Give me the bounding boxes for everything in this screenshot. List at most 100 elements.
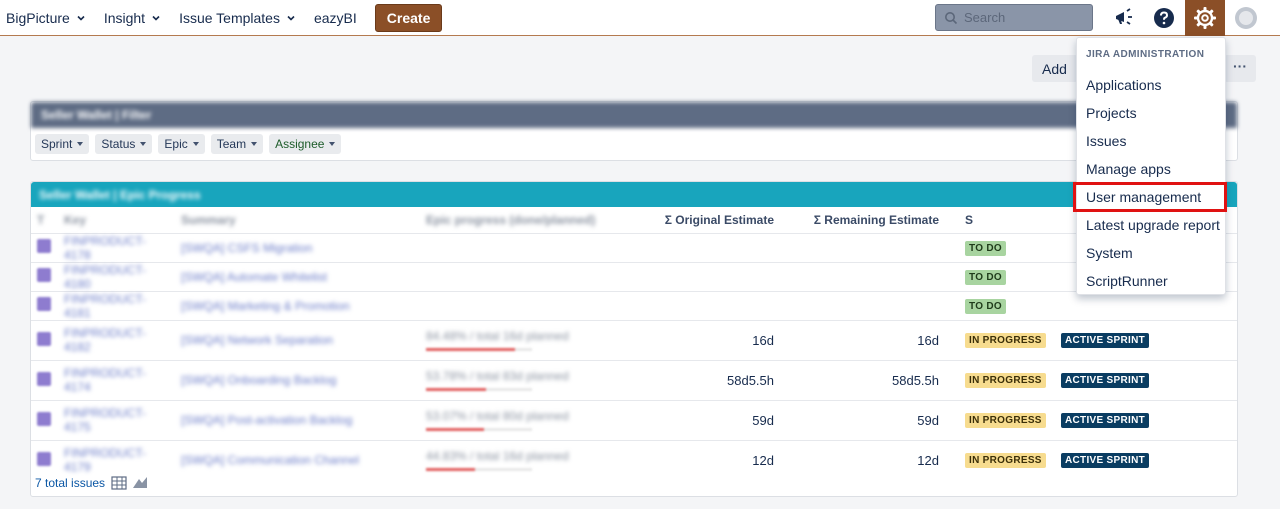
menu-item-projects[interactable]: Projects bbox=[1077, 99, 1225, 127]
menu-item-manage-apps[interactable]: Manage apps bbox=[1077, 155, 1225, 183]
search-input[interactable]: Search bbox=[935, 4, 1093, 31]
col-type[interactable]: T bbox=[31, 207, 58, 233]
filter-gadget-title: Seller Wallet | Filter bbox=[31, 102, 1237, 128]
filter-chip-row: Sprint Status Epic Team Assignee bbox=[31, 128, 1237, 160]
epic-icon bbox=[37, 239, 51, 253]
profile-button[interactable] bbox=[1226, 0, 1266, 36]
epic-progress-text: 44.83% / total 16d planned bbox=[426, 449, 569, 464]
menu-item-latest-upgrade-report[interactable]: Latest upgrade report bbox=[1077, 211, 1225, 239]
issue-key-link[interactable]: FINPRODUCT-4181 bbox=[64, 292, 146, 320]
progress-bar bbox=[426, 348, 532, 351]
help-button[interactable] bbox=[1144, 0, 1184, 36]
col-status[interactable]: S bbox=[945, 207, 1055, 233]
issue-key-link[interactable]: FINPRODUCT-4175 bbox=[64, 406, 146, 434]
epic-gadget-header: Seller Wallet | Epic Progress bbox=[31, 182, 1237, 207]
epic-progress-text: 53.78% / total 83d planned bbox=[426, 369, 569, 383]
chart-icon[interactable] bbox=[131, 476, 149, 490]
filter-status[interactable]: Status bbox=[95, 134, 153, 154]
table-row: FINPRODUCT-4178 [SWQA] CSFS Migration TO… bbox=[31, 232, 1237, 262]
table-row: FINPRODUCT-4175 [SWQA] Post-activation B… bbox=[31, 399, 1237, 440]
search-icon bbox=[945, 11, 958, 24]
help-icon bbox=[1154, 8, 1174, 28]
original-estimate: 12d bbox=[620, 439, 780, 480]
issue-summary-link[interactable]: [SWQA] Post-activation Backlog bbox=[181, 413, 352, 427]
filter-epic[interactable]: Epic bbox=[158, 134, 205, 154]
issue-key-link[interactable]: FINPRODUCT-4182 bbox=[64, 326, 146, 354]
epic-icon bbox=[37, 451, 51, 466]
menu-heading: JIRA ADMINISTRATION bbox=[1086, 49, 1205, 60]
menu-item-applications[interactable]: Applications bbox=[1077, 71, 1225, 99]
issue-summary-link[interactable]: [SWQA] Communication Channel bbox=[181, 453, 359, 467]
epic-progress-text: 53.07% / total 80d planned bbox=[426, 409, 569, 423]
status-badge: IN PROGRESS bbox=[965, 333, 1046, 348]
col-key[interactable]: Key bbox=[58, 207, 175, 233]
progress-bar bbox=[426, 388, 532, 391]
search-placeholder: Search bbox=[964, 10, 1006, 25]
issue-summary-link[interactable]: [SWQA] CSFS Migration bbox=[181, 241, 312, 255]
menu-item-issues[interactable]: Issues bbox=[1077, 127, 1225, 155]
status-badge: IN PROGRESS bbox=[965, 373, 1046, 388]
status-badge: IN PROGRESS bbox=[965, 413, 1046, 428]
notifications-button[interactable] bbox=[1104, 0, 1144, 36]
table-row: FINPRODUCT-4179 [SWQA] Communication Cha… bbox=[31, 439, 1237, 480]
col-original-estimate[interactable]: Σ Original Estimate bbox=[620, 207, 780, 233]
menu-item-user-management[interactable]: User management bbox=[1073, 182, 1227, 212]
progress-bar bbox=[426, 428, 532, 431]
issue-key-link[interactable]: FINPRODUCT-4179 bbox=[64, 446, 146, 474]
epic-icon bbox=[37, 371, 51, 386]
col-remaining-estimate[interactable]: Σ Remaining Estimate bbox=[780, 207, 945, 233]
epic-icon bbox=[37, 297, 51, 311]
table-row: FINPRODUCT-4174 [SWQA] Onboarding Backlo… bbox=[31, 359, 1237, 400]
original-estimate: 16d bbox=[620, 319, 780, 360]
remaining-estimate: 59d bbox=[780, 399, 945, 440]
remaining-estimate bbox=[780, 232, 945, 262]
issue-key-link[interactable]: FINPRODUCT-4180 bbox=[64, 263, 146, 291]
original-estimate: 58d5.5h bbox=[620, 359, 780, 400]
epic-gadget-title: Seller Wallet | Epic Progress bbox=[39, 188, 201, 202]
create-button[interactable]: Create bbox=[374, 3, 443, 32]
issue-summary-link[interactable]: [SWQA] Onboarding Backlog bbox=[181, 373, 336, 387]
col-epic-progress[interactable]: Epic progress (done/planned) bbox=[420, 207, 620, 233]
caret-down-icon bbox=[192, 142, 199, 146]
col-summary[interactable]: Summary bbox=[175, 207, 420, 233]
original-estimate bbox=[620, 232, 780, 262]
status-badge: TO DO bbox=[965, 298, 1006, 314]
jira-admin-menu: JIRA ADMINISTRATION Applications Project… bbox=[1073, 37, 1227, 295]
avatar bbox=[1235, 7, 1257, 29]
filter-team[interactable]: Team bbox=[210, 134, 264, 154]
settings-button[interactable] bbox=[1185, 0, 1225, 36]
menu-item-system[interactable]: System bbox=[1077, 239, 1225, 267]
issue-key-link[interactable]: FINPRODUCT-4178 bbox=[64, 234, 146, 262]
table-row: FINPRODUCT-4181 [SWQA] Marketing & Promo… bbox=[31, 290, 1237, 320]
nav-bigpicture[interactable]: BigPicture bbox=[6, 10, 86, 26]
epic-table: T Key Summary Epic progress (done/planne… bbox=[31, 207, 1237, 480]
nav-issue-templates[interactable]: Issue Templates bbox=[179, 10, 296, 26]
remaining-estimate: 16d bbox=[780, 319, 945, 360]
issue-summary-link[interactable]: [SWQA] Network Separation bbox=[181, 333, 333, 347]
caret-down-icon bbox=[329, 142, 336, 146]
nav-eazybi[interactable]: eazyBI bbox=[314, 10, 357, 26]
epic-icon bbox=[37, 268, 51, 282]
caret-down-icon bbox=[251, 142, 258, 146]
more-actions-button[interactable]: ··· bbox=[1224, 55, 1256, 82]
progress-bar-fill bbox=[426, 348, 516, 351]
status-badge: TO DO bbox=[965, 269, 1006, 285]
chevron-down-icon bbox=[77, 15, 85, 21]
add-gadget-button[interactable]: Add g bbox=[1032, 55, 1078, 82]
filter-sprint[interactable]: Sprint bbox=[35, 134, 90, 154]
chevron-down-icon bbox=[152, 15, 160, 21]
table-icon[interactable] bbox=[111, 476, 127, 490]
caret-down-icon bbox=[77, 142, 84, 146]
total-issues-link[interactable]: 7 total issues bbox=[35, 476, 105, 490]
table-header-row: T Key Summary Epic progress (done/planne… bbox=[31, 207, 1237, 233]
sprint-badge: ACTIVE SPRINT bbox=[1061, 413, 1150, 428]
remaining-estimate bbox=[780, 290, 945, 320]
issue-summary-link[interactable]: [SWQA] Automate Whitelist bbox=[181, 270, 327, 284]
status-badge: IN PROGRESS bbox=[965, 453, 1046, 469]
menu-item-scriptrunner[interactable]: ScriptRunner bbox=[1077, 267, 1225, 295]
issue-key-link[interactable]: FINPRODUCT-4174 bbox=[64, 366, 146, 394]
nav-insight[interactable]: Insight bbox=[104, 10, 161, 26]
nav-bigpicture-label: BigPicture bbox=[6, 9, 70, 26]
filter-assignee[interactable]: Assignee bbox=[269, 134, 342, 154]
issue-summary-link[interactable]: [SWQA] Marketing & Promotion bbox=[181, 299, 350, 313]
